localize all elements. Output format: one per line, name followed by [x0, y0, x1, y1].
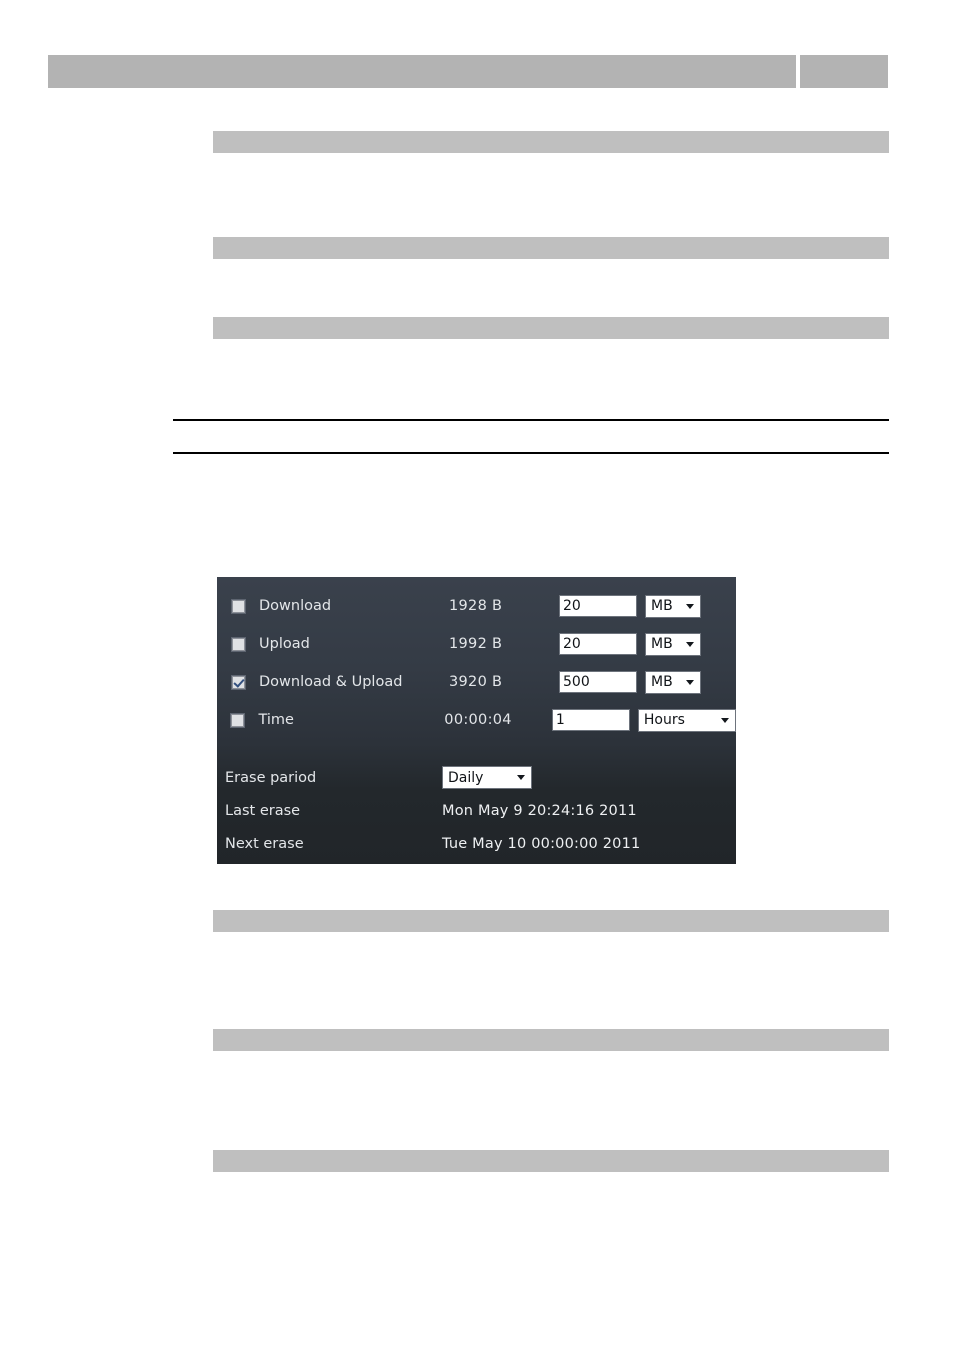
- upload-limit-input[interactable]: [559, 633, 637, 655]
- section-heading-6: [213, 1150, 889, 1172]
- panel-spacer: [217, 739, 736, 761]
- download-label: Download: [259, 598, 332, 614]
- time-label: Time: [258, 712, 294, 728]
- traffic-meter-row: Download 1928 B MB: [217, 587, 736, 625]
- section-heading-3: [213, 317, 889, 339]
- next-erase-value: Tue May 10 00:00:00 2011: [442, 835, 641, 852]
- download-upload-label: Download & Upload: [259, 674, 403, 690]
- last-erase-label: Last erase: [225, 802, 301, 819]
- chevron-down-icon: [686, 679, 694, 685]
- erase-period-value: Daily: [448, 769, 484, 786]
- upload-label: Upload: [259, 636, 310, 652]
- download-upload-checkbox-cell[interactable]: [225, 675, 251, 689]
- section-heading-5: [213, 1029, 889, 1051]
- chevron-down-icon: [686, 641, 694, 647]
- time-limit-input[interactable]: [551, 709, 630, 731]
- chevron-down-icon: [721, 717, 730, 723]
- table-rule-top: [173, 419, 889, 421]
- time-checkbox[interactable]: [231, 713, 245, 727]
- table-rule-bottom: [173, 452, 889, 454]
- upload-checkbox[interactable]: [231, 637, 245, 651]
- time-checkbox-cell[interactable]: [225, 713, 250, 727]
- download-unit-select[interactable]: MB: [645, 594, 701, 618]
- traffic-meter-row: Time 00:00:04 Hours: [217, 701, 737, 739]
- upload-unit-select[interactable]: MB: [645, 632, 701, 656]
- page-header-title-block: [48, 55, 796, 88]
- time-counter: 00:00:04: [444, 712, 512, 728]
- page-header-aux-block: [800, 55, 888, 88]
- download-checkbox[interactable]: [231, 599, 245, 613]
- chevron-down-icon: [517, 775, 525, 780]
- section-heading-2: [213, 237, 889, 259]
- traffic-meter-panel: Download 1928 B MB Upload 1992 B MB Down…: [217, 577, 737, 864]
- download-upload-counter: 3920 B: [449, 674, 503, 690]
- download-upload-unit-value: MB: [651, 674, 673, 690]
- upload-checkbox-cell[interactable]: [225, 637, 251, 651]
- upload-counter: 1992 B: [449, 636, 503, 652]
- download-upload-limit-input[interactable]: [559, 671, 637, 693]
- section-heading-1: [213, 131, 889, 153]
- last-erase-value: Mon May 9 20:24:16 2011: [442, 802, 637, 819]
- erase-period-label: Erase pariod: [225, 769, 317, 786]
- page-header: [48, 55, 888, 88]
- traffic-meter-row: Upload 1992 B MB: [217, 625, 736, 663]
- time-unit-select[interactable]: Hours: [637, 708, 737, 732]
- erase-period-select[interactable]: Daily: [442, 766, 532, 789]
- download-unit-value: MB: [651, 598, 673, 614]
- next-erase-label: Next erase: [225, 835, 304, 852]
- download-checkbox-cell[interactable]: [225, 599, 251, 613]
- download-limit-input[interactable]: [559, 595, 637, 617]
- section-heading-4: [213, 910, 889, 932]
- time-unit-value: Hours: [643, 712, 685, 728]
- next-erase-row: Next erase Tue May 10 00:00:00 2011: [217, 827, 736, 860]
- erase-period-row: Erase pariod Daily: [217, 761, 736, 794]
- chevron-down-icon: [686, 603, 694, 609]
- download-upload-checkbox[interactable]: [231, 675, 245, 689]
- upload-unit-value: MB: [651, 636, 673, 652]
- download-upload-unit-select[interactable]: MB: [645, 670, 701, 694]
- last-erase-row: Last erase Mon May 9 20:24:16 2011: [217, 794, 736, 827]
- traffic-meter-row: Download & Upload 3920 B MB: [217, 663, 736, 701]
- download-counter: 1928 B: [449, 598, 503, 614]
